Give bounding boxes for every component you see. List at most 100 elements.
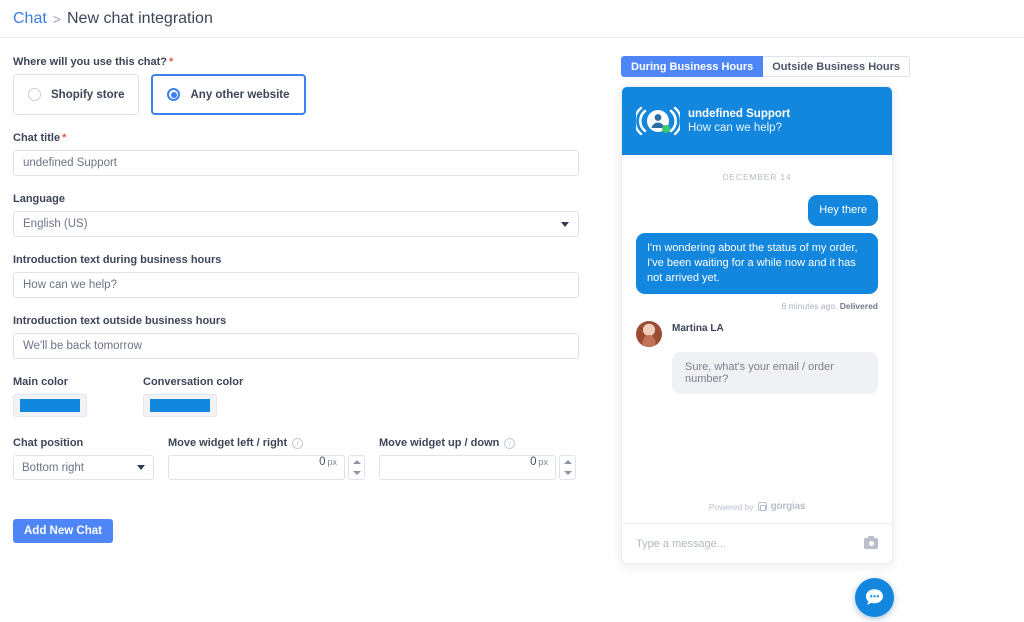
chat-position-block: Chat position Bottom right bbox=[13, 437, 154, 480]
camera-icon[interactable] bbox=[864, 538, 878, 549]
widget-header-subtitle: How can we help? bbox=[688, 122, 790, 134]
intro-during-value: How can we help? bbox=[23, 279, 117, 291]
required-asterisk: * bbox=[169, 56, 173, 68]
move-up-down-input[interactable]: 0 px bbox=[379, 455, 556, 480]
move-left-right-label: Move widget left / right i bbox=[168, 437, 365, 449]
language-value: English (US) bbox=[23, 218, 88, 230]
breadcrumb-separator: > bbox=[53, 11, 61, 27]
widget-header-text: undefined Support How can we help? bbox=[680, 108, 790, 134]
add-new-chat-button[interactable]: Add New Chat bbox=[13, 519, 113, 543]
info-icon[interactable]: i bbox=[292, 438, 303, 449]
chat-widget-preview: undefined Support How can we help? DECEM… bbox=[621, 86, 893, 564]
widget-header-title: undefined Support bbox=[688, 108, 790, 120]
move-left-right-stepper[interactable] bbox=[348, 455, 365, 480]
radio-label: Any other website bbox=[190, 89, 289, 101]
where-use-options: Shopify store Any other website bbox=[13, 74, 612, 115]
move-up-down-label-text: Move widget up / down bbox=[379, 437, 499, 449]
main-color-label: Main color bbox=[13, 376, 87, 388]
move-left-right-block: Move widget left / right i 0 px bbox=[168, 437, 365, 480]
move-up-down-label: Move widget up / down i bbox=[379, 437, 576, 449]
move-left-right-value: 0 bbox=[319, 456, 325, 468]
widget-conversation: DECEMBER 14 Hey there I'm wondering abou… bbox=[622, 155, 892, 501]
tab-outside-business-hours[interactable]: Outside Business Hours bbox=[763, 56, 910, 77]
message-row: Hey there bbox=[636, 195, 878, 226]
powered-by: Powered by gorgias bbox=[622, 501, 892, 523]
message-status-time: 6 minutes ago. bbox=[782, 301, 838, 311]
breadcrumb-link-chat[interactable]: Chat bbox=[13, 10, 47, 28]
stepper-up-icon[interactable] bbox=[353, 460, 361, 464]
stepper-down-icon[interactable] bbox=[353, 471, 361, 475]
stepper-up-icon[interactable] bbox=[564, 460, 572, 464]
chat-title-label: Chat title * bbox=[13, 132, 612, 144]
move-up-down-block: Move widget up / down i 0 px bbox=[379, 437, 576, 480]
agent-message-header: Martina LA bbox=[636, 321, 878, 347]
widget-composer: Type a message... bbox=[622, 523, 892, 563]
preview-tabs: During Business Hours Outside Business H… bbox=[621, 56, 1024, 77]
move-up-down-value: 0 bbox=[530, 456, 536, 468]
main-color-picker[interactable] bbox=[13, 394, 87, 417]
brand-name: gorgias bbox=[771, 501, 806, 512]
intro-during-input[interactable]: How can we help? bbox=[13, 272, 579, 298]
intro-outside-input[interactable]: We'll be back tomorrow bbox=[13, 333, 579, 359]
where-use-label: Where will you use this chat? * bbox=[13, 56, 612, 68]
page-title: New chat integration bbox=[67, 10, 213, 28]
avatar bbox=[636, 321, 662, 347]
language-label: Language bbox=[13, 193, 612, 205]
message-row: I'm wondering about the status of my ord… bbox=[636, 233, 878, 294]
gorgias-logo-icon bbox=[758, 502, 767, 511]
chat-bubble-icon bbox=[864, 587, 885, 608]
radio-icon-selected bbox=[167, 88, 180, 101]
intro-outside-label: Introduction text outside business hours bbox=[13, 315, 612, 327]
conversation-color-label: Conversation color bbox=[143, 376, 243, 388]
chat-position-select[interactable]: Bottom right bbox=[13, 455, 154, 480]
chat-launcher-button[interactable] bbox=[855, 578, 894, 617]
tab-during-business-hours[interactable]: During Business Hours bbox=[621, 56, 763, 77]
move-left-right-unit: px bbox=[327, 457, 337, 467]
chat-title-value: undefined Support bbox=[23, 157, 117, 169]
stepper-down-icon[interactable] bbox=[564, 471, 572, 475]
where-use-label-text: Where will you use this chat? bbox=[13, 56, 167, 68]
agent-message-bubble: Sure, what's your email / order number? bbox=[672, 352, 878, 394]
radio-option-shopify-store[interactable]: Shopify store bbox=[13, 74, 139, 115]
main-color-swatch bbox=[20, 399, 80, 412]
color-settings: Main color Conversation color bbox=[13, 376, 612, 417]
support-avatar-icon bbox=[636, 105, 680, 137]
agent-name: Martina LA bbox=[672, 323, 724, 347]
main-color-block: Main color bbox=[13, 376, 87, 417]
radio-option-any-other-website[interactable]: Any other website bbox=[151, 74, 305, 115]
chat-settings-form: Where will you use this chat? * Shopify … bbox=[0, 56, 612, 564]
chat-preview-panel: During Business Hours Outside Business H… bbox=[612, 56, 1024, 564]
language-select[interactable]: English (US) bbox=[13, 211, 579, 237]
conversation-color-block: Conversation color bbox=[143, 376, 243, 417]
move-up-down-control: 0 px bbox=[379, 455, 576, 480]
move-left-right-input[interactable]: 0 px bbox=[168, 455, 345, 480]
chat-title-input[interactable]: undefined Support bbox=[13, 150, 579, 176]
radio-label: Shopify store bbox=[51, 89, 124, 101]
breadcrumb: Chat > New chat integration bbox=[0, 0, 1024, 38]
chat-position-label: Chat position bbox=[13, 437, 154, 449]
powered-by-text: Powered by bbox=[709, 502, 754, 512]
chevron-down-icon bbox=[561, 222, 569, 227]
intro-during-label: Introduction text during business hours bbox=[13, 254, 612, 266]
user-message-bubble: I'm wondering about the status of my ord… bbox=[636, 233, 878, 294]
chat-title-label-text: Chat title bbox=[13, 132, 60, 144]
position-settings: Chat position Bottom right Move widget l… bbox=[13, 437, 612, 480]
move-left-right-control: 0 px bbox=[168, 455, 365, 480]
intro-outside-value: We'll be back tomorrow bbox=[23, 340, 142, 352]
date-separator: DECEMBER 14 bbox=[636, 172, 878, 182]
widget-header: undefined Support How can we help? bbox=[622, 87, 892, 155]
move-up-down-stepper[interactable] bbox=[559, 455, 576, 480]
message-input[interactable]: Type a message... bbox=[636, 538, 864, 550]
message-status: 6 minutes ago. Delivered bbox=[636, 301, 878, 311]
info-icon[interactable]: i bbox=[504, 438, 515, 449]
conversation-color-swatch bbox=[150, 399, 210, 412]
message-status-state: Delivered bbox=[840, 301, 878, 311]
conversation-color-picker[interactable] bbox=[143, 394, 217, 417]
chevron-down-icon bbox=[137, 465, 145, 470]
required-asterisk: * bbox=[62, 132, 66, 144]
chat-position-value: Bottom right bbox=[22, 462, 84, 474]
move-left-right-label-text: Move widget left / right bbox=[168, 437, 287, 449]
user-message-bubble: Hey there bbox=[808, 195, 878, 226]
move-up-down-unit: px bbox=[538, 457, 548, 467]
radio-icon bbox=[28, 88, 41, 101]
